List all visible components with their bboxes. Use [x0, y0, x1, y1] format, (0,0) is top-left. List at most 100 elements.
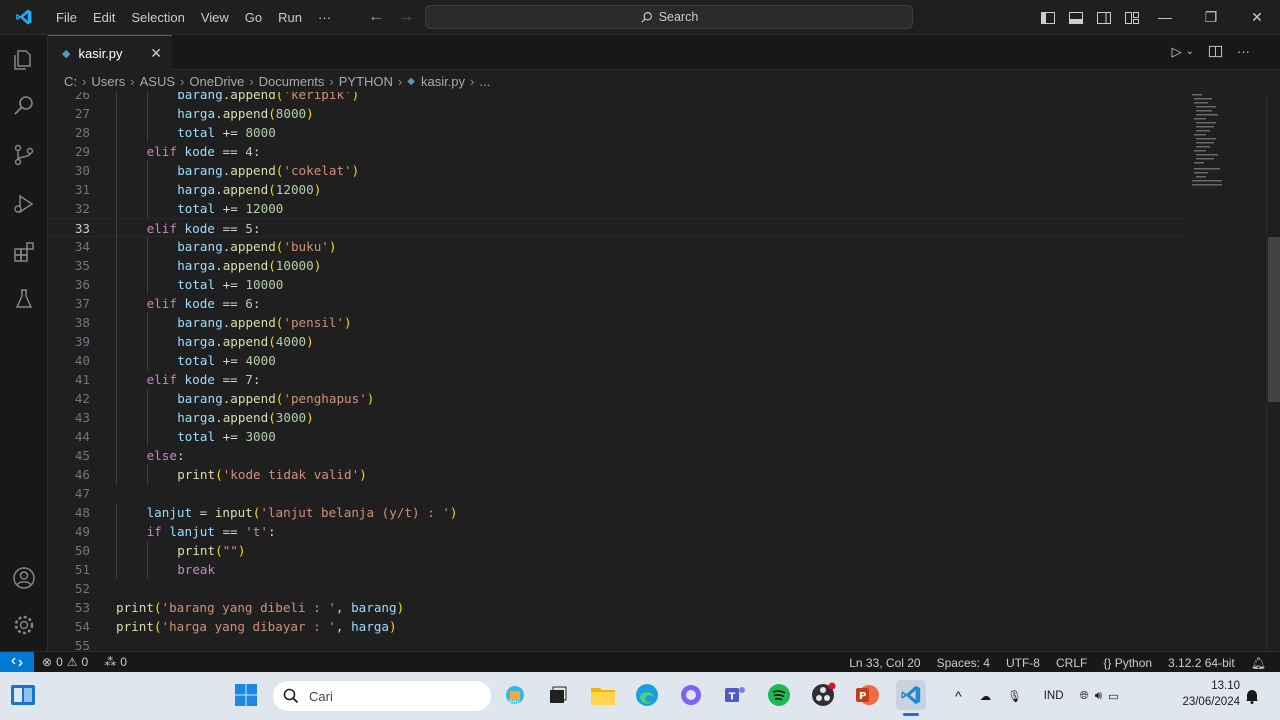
manage-gear-icon[interactable] [12, 613, 36, 637]
code-line[interactable]: 42 barang.append('penghapus') [48, 389, 1188, 408]
split-editor-icon[interactable] [1208, 44, 1223, 59]
extensions-icon[interactable] [12, 240, 36, 264]
code-line[interactable]: 28 total += 8000 [48, 123, 1188, 142]
code-line[interactable]: 31 harga.append(12000) [48, 180, 1188, 199]
indentation-status[interactable]: Spaces: 4 [937, 656, 990, 670]
code-line[interactable]: 52 [48, 579, 1188, 598]
source-control-icon[interactable] [12, 143, 36, 167]
code-line[interactable]: 37 elif kode == 6: [48, 294, 1188, 313]
accounts-icon[interactable] [12, 566, 36, 590]
breadcrumb-segment[interactable]: ASUS [140, 74, 175, 89]
code-line[interactable]: 35 harga.append(10000) [48, 256, 1188, 275]
breadcrumb-segment[interactable]: kasir.py [421, 74, 465, 89]
explorer-icon[interactable] [12, 48, 36, 72]
taskbar-search[interactable]: Cari [273, 681, 491, 711]
widgets-icon[interactable] [8, 680, 38, 710]
onedrive-cloud-icon[interactable]: ☁︎ [980, 689, 992, 703]
minimap[interactable] [1188, 92, 1268, 212]
code-line[interactable]: 43 harga.append(3000) [48, 408, 1188, 427]
back-arrow-icon[interactable]: ← [368, 8, 384, 26]
show-hidden-icons-chevron-icon[interactable]: ^ [955, 688, 962, 704]
code-line[interactable]: 49 if lanjut == 't': [48, 522, 1188, 541]
code-line[interactable]: 34 barang.append('buku') [48, 237, 1188, 256]
windows-start-icon[interactable] [231, 680, 261, 710]
breadcrumb-segment[interactable]: Users [91, 74, 125, 89]
toggle-primary-sidebar-icon[interactable] [1040, 10, 1056, 26]
command-center-search[interactable]: Search [425, 5, 913, 29]
breadcrumb-segment[interactable]: C: [64, 74, 77, 89]
code-line[interactable]: 51 break [48, 560, 1188, 579]
problems-status[interactable]: ⊗ 0 ⚠ 0 [42, 655, 88, 669]
breadcrumb-segment[interactable]: OneDrive [189, 74, 244, 89]
python-interpreter[interactable]: 3.12.2 64-bit [1168, 656, 1235, 670]
more-actions-icon[interactable]: ··· [1237, 44, 1250, 60]
obs-studio-icon[interactable] [808, 680, 838, 710]
code-line[interactable]: 32 total += 12000 [48, 199, 1188, 218]
copilot-icon[interactable]: PRE [500, 680, 530, 710]
tab-kasir-py[interactable]: ◆ kasir.py ✕ [48, 35, 172, 70]
powerpoint-icon[interactable]: P [852, 680, 882, 710]
input-language[interactable]: IND [1044, 690, 1064, 702]
code-line[interactable]: 36 total += 10000 [48, 275, 1188, 294]
taskbar-clock[interactable]: 13.10 23/06/2024 [1170, 678, 1240, 710]
forward-arrow-icon[interactable]: → [398, 8, 414, 26]
menu-more[interactable]: ··· [310, 0, 339, 35]
customize-layout-icon[interactable] [1124, 10, 1140, 26]
edge-browser-icon[interactable] [632, 680, 662, 710]
code-line[interactable]: 55 [48, 636, 1188, 651]
run-dropdown-chevron-icon[interactable]: ⌄ [1186, 46, 1194, 60]
code-line[interactable]: 45 else: [48, 446, 1188, 465]
code-editor[interactable]: 26 barang.append('keripik') 27 harga.append… [48, 92, 1280, 651]
encoding-status[interactable]: UTF-8 [1006, 656, 1040, 670]
task-view-icon[interactable] [543, 680, 573, 710]
code-line[interactable]: 27 harga.append(8000) [48, 104, 1188, 123]
breadcrumb-segment[interactable]: PYTHON [339, 74, 393, 89]
language-mode[interactable]: {} Python [1103, 656, 1152, 670]
restore-icon[interactable]: ❐ [1188, 0, 1234, 35]
notification-center-icon[interactable] [1245, 672, 1259, 720]
code-line[interactable]: 30 barang.append('cokelat') [48, 161, 1188, 180]
volume-icon[interactable]: 🔊︎ [1095, 690, 1102, 703]
code-line[interactable]: 53 print('barang yang dibeli : ', barang) [48, 598, 1188, 617]
code-line[interactable]: 44 total += 3000 [48, 427, 1188, 446]
code-line[interactable]: 47 [48, 484, 1188, 503]
testing-flask-icon[interactable] [12, 287, 36, 311]
spotify-icon[interactable] [764, 680, 794, 710]
remote-window-icon[interactable] [0, 651, 34, 673]
code-line[interactable]: 38 barang.append('pensil') [48, 313, 1188, 332]
code-line[interactable]: 46 print('kode tidak valid') [48, 465, 1188, 484]
code-line[interactable]: 26 barang.append('keripik') [48, 92, 1188, 104]
menu-view[interactable]: View [193, 0, 237, 35]
code-line[interactable]: 29 elif kode == 4: [48, 142, 1188, 161]
code-line[interactable]: 40 total += 4000 [48, 351, 1188, 370]
toggle-panel-icon[interactable] [1068, 10, 1084, 26]
code-line[interactable]: 48 lanjut = input('lanjut belanja (y/t) :… [48, 503, 1188, 522]
notifications-bell-icon[interactable]: 🔔︎ [1251, 656, 1266, 670]
code-line[interactable]: 50 print("") [48, 541, 1188, 560]
search-sidebar-icon[interactable] [12, 94, 36, 118]
code-line[interactable]: 54 print('harga yang dibayar : ', harga) [48, 617, 1188, 636]
menu-edit[interactable]: Edit [85, 0, 123, 35]
m365-copilot-icon[interactable] [676, 680, 706, 710]
microphone-icon[interactable]: 🎙︎ [1007, 689, 1022, 703]
run-python-file-icon[interactable]: ▷ [1172, 44, 1182, 60]
scrollbar-thumb[interactable] [1268, 237, 1280, 402]
ports-status[interactable]: ⁂ 0 [104, 655, 127, 669]
code-line[interactable]: 41 elif kode == 7: [48, 370, 1188, 389]
code-line[interactable]: 39 harga.append(4000) [48, 332, 1188, 351]
minimize-icon[interactable]: — [1142, 0, 1188, 35]
menu-go[interactable]: Go [237, 0, 270, 35]
teams-icon[interactable]: T [720, 680, 750, 710]
battery-icon[interactable]: ▭ [1108, 689, 1119, 703]
menu-file[interactable]: File [48, 0, 85, 35]
code-line[interactable]: 33 elif kode == 5: [48, 218, 1188, 238]
menu-selection[interactable]: Selection [123, 0, 192, 35]
cursor-position[interactable]: Ln 33, Col 20 [849, 656, 920, 670]
menu-run[interactable]: Run [270, 0, 310, 35]
close-window-icon[interactable]: ✕ [1234, 0, 1280, 35]
file-explorer-icon[interactable] [588, 680, 618, 710]
network-globe-icon[interactable]: 🌐︎ [1080, 690, 1089, 703]
toggle-secondary-sidebar-icon[interactable] [1096, 10, 1112, 26]
eol-status[interactable]: CRLF [1056, 656, 1087, 670]
run-debug-icon[interactable] [12, 192, 36, 216]
